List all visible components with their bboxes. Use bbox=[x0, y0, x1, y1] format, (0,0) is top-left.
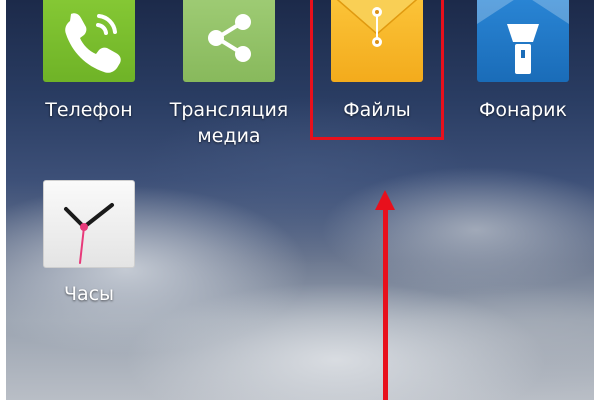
phone-tile[interactable] bbox=[43, 0, 135, 82]
flashlight-icon bbox=[477, 0, 569, 74]
app-label-media-line1: Трансляция bbox=[169, 99, 289, 121]
phone-icon bbox=[65, 13, 121, 73]
clock-icon bbox=[64, 203, 114, 264]
app-media-share[interactable]: Трансляция медиа bbox=[164, 0, 294, 150]
app-phone[interactable]: Телефон bbox=[24, 0, 154, 140]
app-label-phone: Телефон bbox=[45, 99, 133, 121]
app-label-flashlight: Фонарик bbox=[479, 99, 567, 121]
app-label-clock: Часы bbox=[63, 283, 115, 305]
arrow-line bbox=[383, 206, 388, 400]
home-screen: Телефон Трансляция медиа Файлы Фонарик Ч… bbox=[6, 0, 594, 400]
app-flashlight[interactable]: Фонарик bbox=[458, 0, 588, 140]
app-clock[interactable]: Часы bbox=[24, 180, 154, 310]
app-label-media-line2: медиа bbox=[197, 125, 261, 147]
share-icon bbox=[208, 14, 251, 62]
media-share-tile[interactable] bbox=[183, 0, 275, 82]
flashlight-tile[interactable] bbox=[477, 0, 569, 82]
highlight-box bbox=[310, 0, 444, 140]
clock-tile[interactable] bbox=[43, 180, 135, 268]
